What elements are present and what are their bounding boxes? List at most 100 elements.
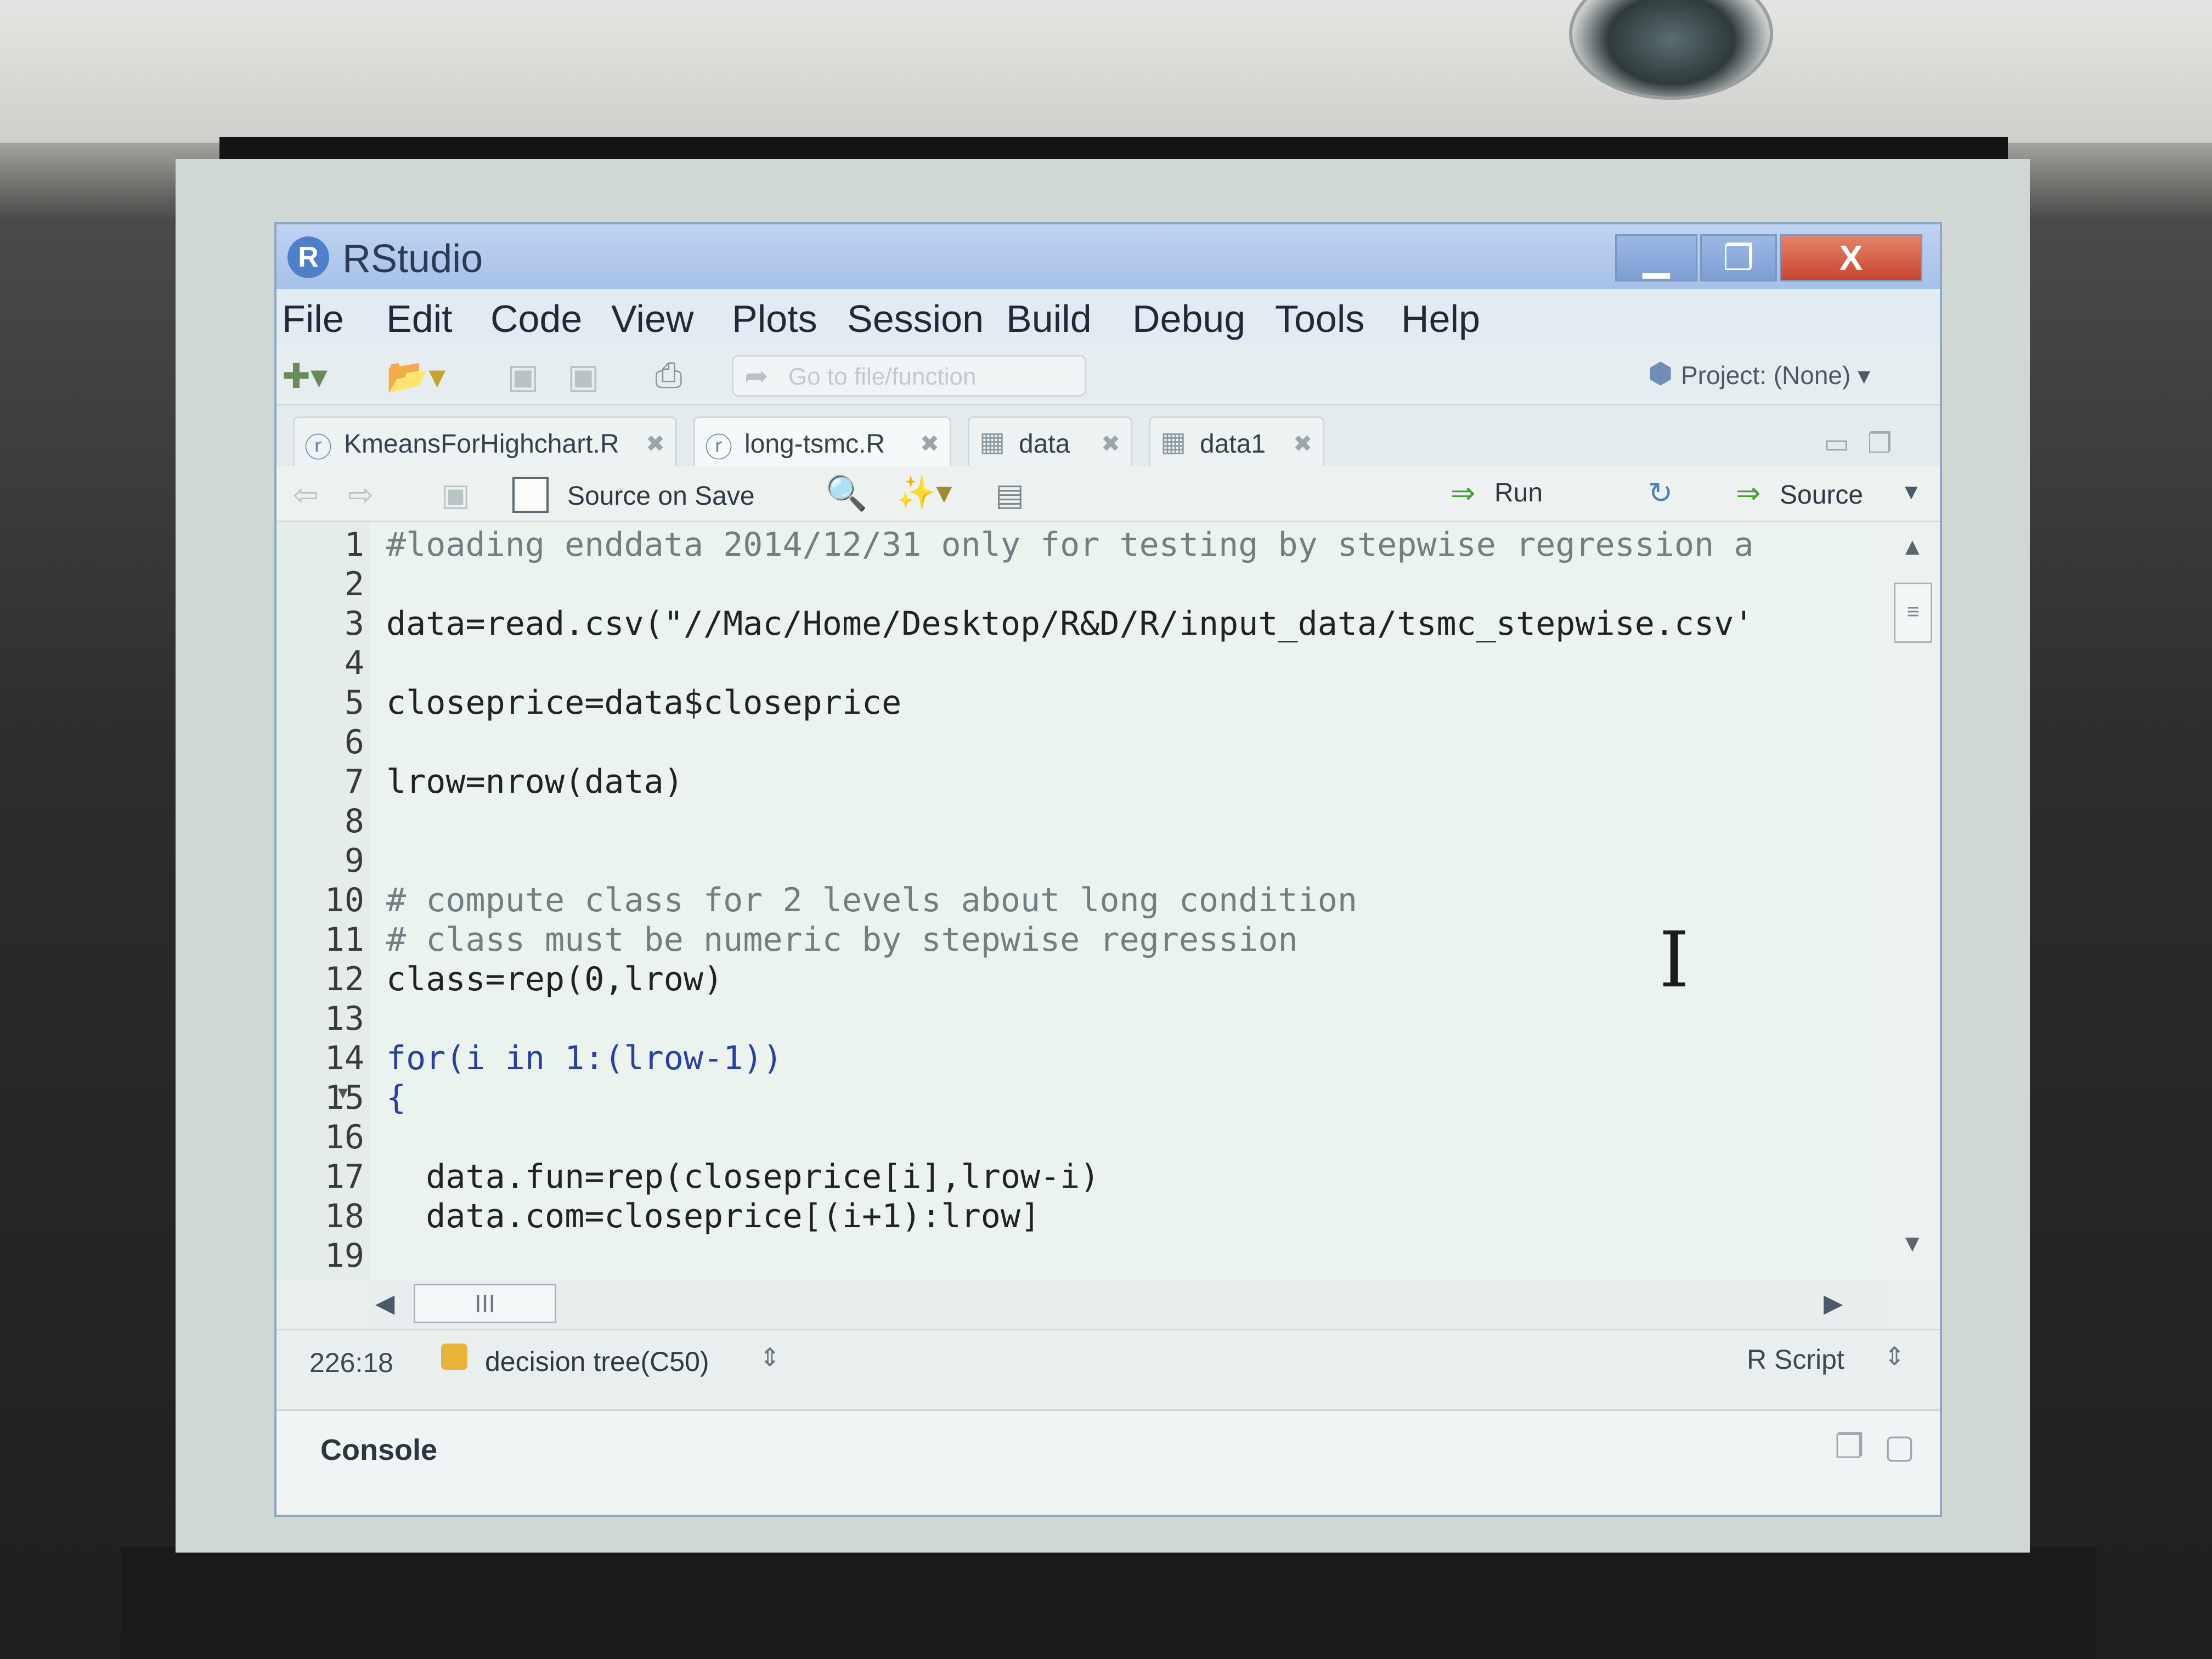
project-icon: ⬢ (1648, 358, 1673, 390)
save-icon[interactable]: ▣ (507, 356, 539, 396)
code-text: data.com=closeprice[(i+1):lrow] (386, 1197, 1041, 1235)
code-line[interactable]: 17 data.fun=rep(closeprice[i],lrow-i) (276, 1158, 1884, 1200)
menu-help[interactable]: Help (1401, 297, 1480, 341)
code-text: #loading enddata 2014/12/31 only for tes… (386, 526, 1754, 564)
source-button[interactable]: Source (1780, 480, 1863, 510)
project-menu[interactable]: Project: (None) ▾ (1681, 360, 1870, 390)
tab-close-icon[interactable]: ✖ (646, 430, 665, 457)
code-text: class=rep(0,lrow) (386, 960, 724, 998)
code-line[interactable]: 2 (276, 565, 1884, 608)
code-line[interactable]: 9 (276, 842, 1884, 884)
line-number: 11 (324, 921, 364, 959)
menu-file[interactable]: File (282, 297, 344, 341)
open-folder-icon[interactable]: 📂▾ (386, 356, 445, 397)
horizontal-scrollbar[interactable]: ◀ III ▶ (370, 1279, 1884, 1329)
code-text: lrow=nrow(data) (386, 763, 684, 801)
scroll-left-icon[interactable]: ◀ (375, 1288, 394, 1318)
code-line[interactable]: 5 closeprice=data$closeprice (276, 684, 1884, 726)
compile-report-icon[interactable]: ▤ (995, 477, 1024, 513)
tab-close-icon[interactable]: ✖ (920, 430, 939, 457)
code-tools-wand-icon[interactable]: ✨▾ (896, 473, 952, 511)
tab-close-icon[interactable]: ✖ (1293, 430, 1312, 457)
tab-kmeansforhighchart[interactable]: ⓡ KmeansForHighchart.R ✖ (293, 416, 677, 466)
scroll-right-icon[interactable]: ▶ (1824, 1288, 1843, 1318)
scope-selector[interactable]: decision tree(C50) (485, 1346, 709, 1378)
run-button[interactable]: Run (1494, 478, 1543, 508)
vertical-scrollbar[interactable]: ▲ ≡ ▼ (1884, 522, 1940, 1279)
menu-plots[interactable]: Plots (732, 297, 817, 341)
code-line[interactable]: 4 (276, 644, 1884, 687)
rerun-icon[interactable]: ↻ (1648, 476, 1673, 510)
updown-arrow-icon[interactable]: ⇕ (759, 1342, 781, 1372)
editor-toolbar: ⇦ ⇨ ▣ Source on Save 🔍 ✨▾ ▤ ⇒ Run ↻ ⇒ So… (276, 466, 1940, 522)
menu-tools[interactable]: Tools (1275, 297, 1364, 341)
save-icon[interactable]: ▣ (441, 477, 470, 513)
menu-debug[interactable]: Debug (1132, 297, 1245, 341)
line-number: 9 (344, 842, 364, 880)
function-scope-icon (441, 1344, 467, 1370)
editor-tab-bar: ⓡ KmeansForHighchart.R ✖ ⓡ long-tsmc.R ✖… (276, 405, 1940, 466)
line-number: 16 (324, 1118, 364, 1156)
code-line[interactable]: 6 (276, 723, 1884, 766)
menu-build[interactable]: Build (1006, 297, 1092, 341)
minimize-pane-icon[interactable]: ▭ (1824, 427, 1849, 459)
r-script-icon: ⓡ (705, 432, 732, 463)
code-text: { (386, 1079, 407, 1117)
new-file-icon[interactable]: ✚▾ (282, 356, 328, 396)
file-type-selector[interactable]: R Script (1747, 1344, 1844, 1375)
line-number: 17 (324, 1158, 364, 1196)
code-text: for(i in 1:(lrow-1)) (386, 1039, 783, 1077)
line-number: 14 (324, 1039, 364, 1077)
code-line[interactable]: 16 (276, 1118, 1884, 1161)
save-all-icon[interactable]: ▣ (567, 356, 600, 396)
tab-data1[interactable]: ▦ data1 ✖ (1149, 416, 1324, 466)
code-line[interactable]: 7 lrow=nrow(data) (276, 763, 1884, 805)
code-line[interactable]: 11 # class must be numeric by stepwise re… (276, 921, 1884, 963)
updown-arrow-icon[interactable]: ⇕ (1884, 1341, 1905, 1371)
line-number: 4 (344, 644, 364, 682)
code-line[interactable]: 10 # compute class for 2 levels about lon… (276, 881, 1884, 924)
code-line[interactable]: 15 ▾ { (276, 1079, 1884, 1121)
minimize-button[interactable]: ▁ (1615, 234, 1697, 281)
code-line[interactable]: 19 (276, 1237, 1884, 1279)
tab-long-tsmc[interactable]: ⓡ long-tsmc.R ✖ (693, 416, 951, 466)
line-number: 3 (344, 605, 364, 643)
scrollbar-thumb[interactable]: ≡ (1894, 583, 1932, 643)
back-icon[interactable]: ⇦ (293, 477, 319, 513)
scroll-up-icon[interactable]: ▲ (1900, 533, 1925, 561)
code-line[interactable]: 18 data.com=closeprice[(i+1):lrow] (276, 1197, 1884, 1240)
menu-edit[interactable]: Edit (386, 297, 453, 341)
source-on-save-checkbox[interactable] (512, 477, 549, 513)
close-button[interactable]: X (1780, 234, 1922, 281)
code-line[interactable]: 12 class=rep(0,lrow) (276, 960, 1884, 1003)
menu-session[interactable]: Session (847, 297, 984, 341)
restore-pane-icon[interactable]: ❐ (1835, 1427, 1864, 1466)
code-line[interactable]: 14 for(i in 1:(lrow-1)) (276, 1039, 1884, 1082)
chevron-down-icon[interactable]: ▼ (1900, 480, 1922, 505)
line-number: 15 (324, 1079, 364, 1117)
code-editor[interactable]: 1 #loading enddata 2014/12/31 only for te… (276, 522, 1884, 1279)
tab-data[interactable]: ▦ data ✖ (968, 416, 1132, 466)
code-line[interactable]: 8 (276, 802, 1884, 845)
code-line[interactable]: 13 (276, 1000, 1884, 1042)
maximize-button[interactable]: ❐ (1700, 234, 1777, 281)
code-line[interactable]: 1 #loading enddata 2014/12/31 only for te… (276, 526, 1884, 568)
tab-close-icon[interactable]: ✖ (1101, 430, 1120, 457)
forward-icon[interactable]: ⇨ (348, 477, 374, 513)
menu-code[interactable]: Code (490, 297, 582, 341)
fold-toggle-icon[interactable]: ▾ (338, 1081, 348, 1104)
maximize-pane-icon[interactable]: ▢ (1884, 1427, 1915, 1466)
print-icon[interactable]: ⎙ (655, 356, 682, 396)
scrollbar-thumb[interactable]: III (414, 1284, 556, 1323)
tab-label: KmeansForHighchart.R (344, 430, 619, 459)
maximize-pane-icon[interactable]: ❐ (1867, 427, 1892, 459)
search-icon[interactable]: 🔍 (825, 473, 867, 514)
code-line[interactable]: 3 data=read.csv("//Mac/Home/Desktop/R&D/R… (276, 605, 1884, 647)
goto-file-function-input[interactable]: ➦ Go to file/function (732, 355, 1086, 397)
code-text: # class must be numeric by stepwise regr… (386, 921, 1298, 959)
scroll-down-icon[interactable]: ▼ (1900, 1230, 1925, 1257)
menu-view[interactable]: View (611, 297, 693, 341)
screen-bottom-bar (121, 1547, 2096, 1659)
rstudio-window: R RStudio ▁ ❐ X File Edit Code View Plot… (274, 222, 1942, 1517)
source-arrow-icon: ⇒ (1736, 477, 1761, 510)
